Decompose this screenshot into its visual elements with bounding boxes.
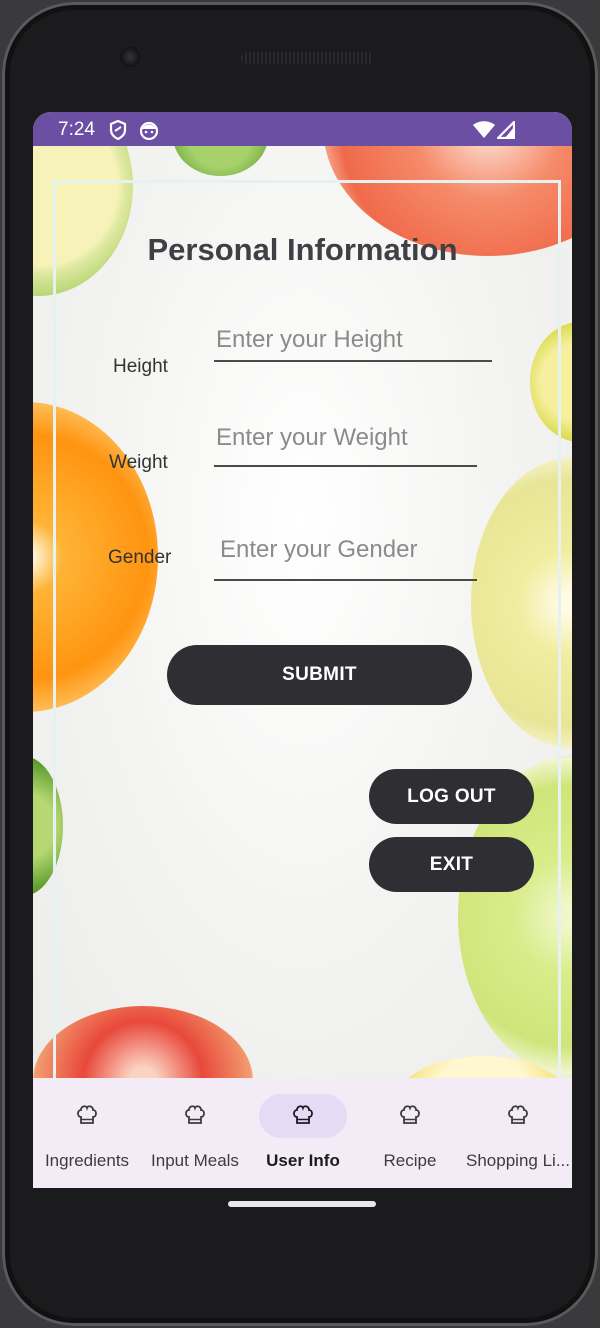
wifi-icon bbox=[473, 121, 495, 144]
nav-label: Recipe bbox=[383, 1151, 437, 1170]
nav-item-user-info[interactable]: User Info bbox=[249, 1078, 357, 1188]
chef-hat-icon bbox=[399, 1105, 421, 1130]
nav-label: User Info bbox=[266, 1151, 340, 1170]
nav-label: Ingredients bbox=[44, 1151, 130, 1170]
nav-label: Input Meals bbox=[151, 1151, 239, 1170]
nav-item-recipe[interactable]: Recipe bbox=[356, 1078, 464, 1188]
screen: 7:24 Personal Information Height Enter y… bbox=[33, 112, 572, 1188]
status-time: 7:24 bbox=[58, 119, 95, 140]
chef-hat-icon bbox=[184, 1105, 206, 1130]
weight-label: Weight bbox=[109, 452, 168, 473]
front-camera bbox=[120, 47, 140, 67]
decorative-frame bbox=[53, 180, 561, 1078]
shield-icon bbox=[109, 119, 127, 145]
face-icon bbox=[139, 120, 159, 145]
home-indicator[interactable] bbox=[228, 1201, 376, 1207]
chef-hat-icon bbox=[507, 1105, 529, 1130]
submit-button[interactable]: SUBMIT bbox=[167, 645, 472, 705]
nav-item-ingredients[interactable]: Ingredients bbox=[33, 1078, 141, 1188]
nav-item-input-meals[interactable]: Input Meals bbox=[141, 1078, 249, 1188]
gender-label: Gender bbox=[108, 547, 172, 568]
height-label: Height bbox=[113, 356, 168, 377]
weight-input[interactable]: Enter your Weight bbox=[214, 424, 477, 467]
content-area: Personal Information Height Enter your H… bbox=[33, 146, 572, 1078]
signal-icon bbox=[495, 119, 516, 144]
bottom-navigation: Ingredients Input Meals User Info Recipe bbox=[33, 1078, 572, 1188]
height-input[interactable]: Enter your Height bbox=[214, 326, 492, 362]
nav-label: Shopping Li... bbox=[466, 1151, 570, 1170]
earpiece-speaker bbox=[241, 52, 373, 64]
gender-input[interactable]: Enter your Gender bbox=[214, 536, 477, 581]
exit-button[interactable]: EXIT bbox=[369, 837, 534, 892]
logout-button[interactable]: LOG OUT bbox=[369, 769, 534, 824]
chef-hat-icon bbox=[76, 1105, 98, 1130]
status-bar: 7:24 bbox=[33, 112, 572, 146]
nav-item-shopping-list[interactable]: Shopping Li... bbox=[464, 1078, 572, 1188]
page-title: Personal Information bbox=[147, 232, 458, 267]
lime-top-center bbox=[173, 146, 268, 176]
chef-hat-icon bbox=[292, 1105, 314, 1130]
